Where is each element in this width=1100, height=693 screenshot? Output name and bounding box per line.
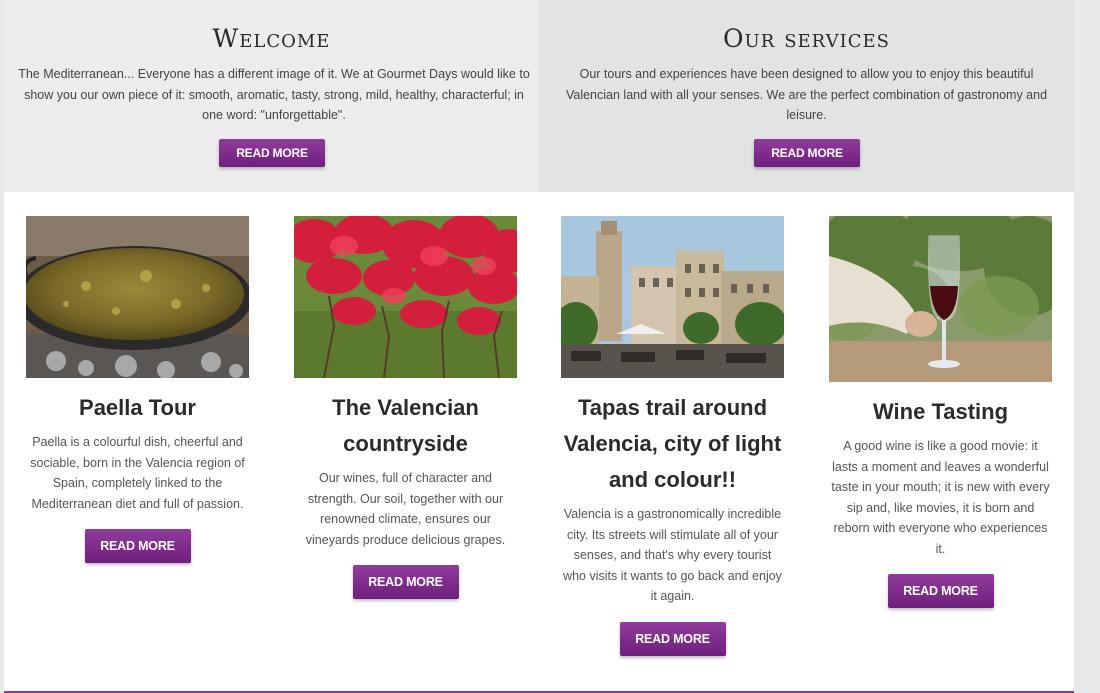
welcome-title: Welcome xyxy=(212,24,331,53)
card-title: Paella Tour xyxy=(79,395,196,420)
wine-glass-photo[interactable] xyxy=(829,216,1052,382)
services-title: Our services xyxy=(723,24,890,53)
services-text: Our tours and experiences have been desi… xyxy=(565,67,1048,122)
card-valencian-countryside: The Valencian countryside Our wines, ful… xyxy=(294,216,517,599)
countryside-photo[interactable] xyxy=(294,216,517,378)
welcome-text: The Mediterranean... Everyone has a diff… xyxy=(18,67,530,122)
paella-photo[interactable] xyxy=(26,216,249,378)
paella-read-more-button[interactable]: READ MORE xyxy=(84,529,191,563)
page: Welcome The Mediterranean... Everyone ha… xyxy=(4,0,1074,693)
wine-read-more-button[interactable]: READ MORE xyxy=(887,574,994,608)
card-paella-tour: Paella Tour Paella is a colourful dish, … xyxy=(26,216,249,563)
card-text: Paella is a colourful dish, cheerful and… xyxy=(30,435,245,511)
card-tapas-trail: Tapas trail around Valencia, city of lig… xyxy=(561,216,784,656)
card-text: Valencia is a gastronomically incredible… xyxy=(563,507,782,603)
card-wine-tasting: Wine Tasting A good wine is like a good … xyxy=(829,216,1052,608)
welcome-panel: Welcome The Mediterranean... Everyone ha… xyxy=(4,0,539,192)
countryside-read-more-button[interactable]: READ MORE xyxy=(352,565,459,599)
card-text: A good wine is like a good movie: it las… xyxy=(831,439,1050,556)
valencia-city-photo[interactable] xyxy=(561,216,784,378)
card-title: Wine Tasting xyxy=(872,399,1009,424)
card-text: Our wines, full of character and strengt… xyxy=(305,471,506,547)
card-title: Tapas trail around Valencia, city of lig… xyxy=(563,395,782,492)
welcome-read-more-button[interactable]: READ MORE xyxy=(219,139,325,167)
services-read-more-button[interactable]: READ MORE xyxy=(754,139,860,167)
tour-cards: Paella Tour Paella is a colourful dish, … xyxy=(4,192,1074,693)
services-panel: Our services Our tours and experiences h… xyxy=(539,0,1074,192)
tapas-read-more-button[interactable]: READ MORE xyxy=(619,621,726,656)
intro-band: Welcome The Mediterranean... Everyone ha… xyxy=(4,0,1074,192)
card-title: The Valencian countryside xyxy=(332,395,479,456)
